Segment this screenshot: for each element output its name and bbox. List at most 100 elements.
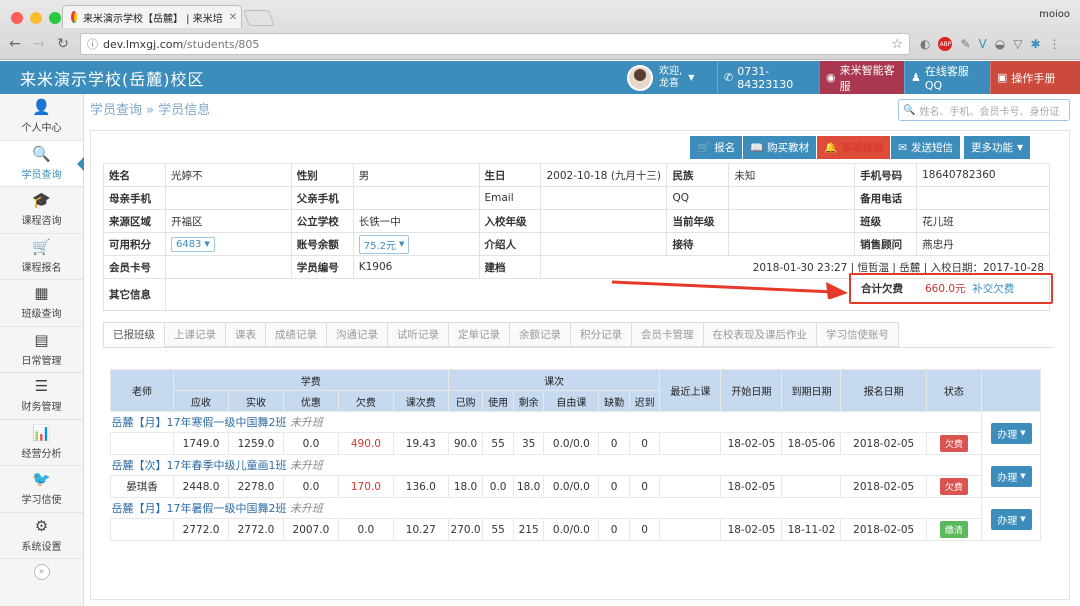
graduation-cap-icon: 🎓 bbox=[32, 191, 51, 210]
close-tab-icon[interactable]: ✕ bbox=[229, 12, 237, 23]
label-sales: 销售顾问 bbox=[854, 232, 918, 256]
value-referrer bbox=[540, 232, 668, 256]
remind-button[interactable]: 🔔 事项提醒 bbox=[817, 136, 891, 159]
tab-attendance[interactable]: 上课记录 bbox=[165, 322, 226, 347]
cell-received: 2772.0 bbox=[228, 518, 284, 541]
remind-label: 事项提醒 bbox=[841, 142, 884, 154]
tab-orders[interactable]: 定单记录 bbox=[449, 322, 510, 347]
extension-icon[interactable]: ✎ bbox=[960, 37, 970, 51]
extension-icon[interactable]: ▽ bbox=[1013, 37, 1022, 51]
new-tab-button[interactable] bbox=[243, 10, 275, 26]
tab-card[interactable]: 会员卡管理 bbox=[632, 322, 704, 347]
sidebar-item-label: 个人中心 bbox=[21, 123, 62, 135]
tab-schedule[interactable]: 课表 bbox=[226, 322, 266, 347]
sidebar-item-course-consult[interactable]: 🎓 课程咨询 bbox=[0, 187, 83, 234]
minimize-window-button[interactable] bbox=[30, 12, 42, 24]
tab-balance[interactable]: 余额记录 bbox=[510, 322, 571, 347]
col-end: 到期日期 bbox=[781, 369, 842, 412]
value-email bbox=[540, 186, 668, 210]
maximize-window-button[interactable] bbox=[49, 12, 61, 24]
cell-lesson-fee: 136.0 bbox=[392, 475, 449, 498]
value-entry-grade bbox=[540, 209, 668, 233]
close-window-button[interactable] bbox=[11, 12, 23, 24]
tab-points[interactable]: 积分记录 bbox=[571, 322, 632, 347]
tab-grades[interactable]: 成绩记录 bbox=[266, 322, 327, 347]
col-fee: 学费 bbox=[173, 369, 449, 391]
signup-button[interactable]: 🛒 报名 bbox=[690, 136, 743, 159]
user-menu[interactable]: 欢迎, 龙喜 ▼ bbox=[621, 61, 716, 94]
label-ethnicity: 民族 bbox=[666, 163, 730, 187]
smart-service-button[interactable]: ◉ 来米智能客服 bbox=[819, 61, 904, 94]
adblock-icon[interactable]: ABP bbox=[938, 37, 953, 51]
school-brand[interactable]: 来米演示学校(岳麓)校区 bbox=[20, 66, 205, 90]
bell-icon: 🔔 bbox=[824, 142, 838, 154]
forward-icon[interactable]: → bbox=[32, 36, 46, 52]
handle-button[interactable]: 办理 ▼ bbox=[991, 465, 1032, 487]
points-dropdown[interactable]: 6483 ▼ bbox=[170, 236, 215, 252]
course-title-row: 岳麓【月】17年寒假一级中国舞2班 未升班 办理 ▼ bbox=[110, 411, 1042, 455]
value-region: 开福区 bbox=[164, 209, 292, 233]
table-row: 晏琪香 2448.0 2278.0 0.0 170.0 136.0 18.0 0… bbox=[109, 475, 1041, 498]
info-icon[interactable]: ⓘ bbox=[87, 36, 98, 52]
sidebar-item-analysis[interactable]: 📊 经营分析 bbox=[0, 420, 83, 466]
breadcrumb-link[interactable]: 学员查询 bbox=[90, 103, 142, 118]
url-host: dev.lmxgj.com bbox=[103, 37, 184, 51]
sidebar-item-label: 班级查询 bbox=[21, 309, 62, 321]
tab-performance[interactable]: 在校表现及课后作业 bbox=[703, 322, 817, 347]
reload-icon[interactable]: ↻ bbox=[56, 36, 70, 52]
sidebar-item-messenger[interactable]: 🐦 学习信使 bbox=[0, 466, 83, 513]
cell-late: 0 bbox=[628, 432, 661, 455]
tab-trial[interactable]: 试听记录 bbox=[388, 322, 449, 347]
sidebar-item-daily[interactable]: ▤ 日常管理 bbox=[0, 327, 83, 373]
cell-start: 18-02-05 bbox=[720, 475, 783, 498]
sms-button[interactable]: ✉ 发送短信 bbox=[891, 136, 961, 159]
cell-discount: 0.0 bbox=[282, 432, 339, 455]
phone-item[interactable]: ✆ 0731-84323130 bbox=[717, 61, 819, 94]
course-title-link[interactable]: 岳麓【月】17年寒假一级中国舞2班 bbox=[112, 416, 287, 429]
balance-dropdown[interactable]: 75.2元 ▼ bbox=[358, 234, 410, 254]
extension-icon[interactable]: V bbox=[979, 37, 987, 51]
value-mobile: 18640782360 bbox=[916, 163, 1050, 187]
address-bar[interactable]: ⓘ dev.lmxgj.com/students/805 ☆ bbox=[80, 33, 910, 55]
cell-teacher bbox=[109, 432, 175, 455]
qq-service-button[interactable]: ♟ 在线客服QQ bbox=[904, 61, 990, 94]
col-late: 迟到 bbox=[628, 390, 661, 412]
pay-owed-link[interactable]: 补交欠费 bbox=[972, 283, 1014, 295]
buy-material-button[interactable]: 📖 购买教材 bbox=[743, 136, 817, 159]
sidebar-item-settings[interactable]: ⚙ 系统设置 bbox=[0, 513, 83, 559]
url-path: /students/805 bbox=[183, 37, 260, 51]
extension-icon[interactable]: ◐ bbox=[920, 37, 930, 51]
tab-enrolled[interactable]: 已报班级 bbox=[103, 322, 165, 347]
service-icon: ◉ bbox=[826, 71, 836, 84]
menu-icon[interactable]: ⋮ bbox=[1049, 37, 1061, 51]
profile-name[interactable]: moioo bbox=[1039, 9, 1070, 20]
search-input[interactable]: 🔍 姓名、手机、会员卡号、身份证 bbox=[898, 99, 1070, 121]
course-title-link[interactable]: 岳麓【月】17年暑假一级中国舞2班 bbox=[112, 502, 287, 515]
sidebar: 👤 个人中心 🔍 学员查询 🎓 课程咨询 🛒 课程报名 ▦ 班级查询 ▤ 日常管理 ☰ 财务管… bbox=[0, 94, 84, 606]
handle-button[interactable]: 办理 ▼ bbox=[991, 508, 1032, 530]
collapse-icon[interactable]: « bbox=[33, 564, 50, 580]
course-title-link[interactable]: 岳麓【次】17年春季中级儿童画1班 bbox=[112, 459, 287, 472]
manual-button[interactable]: ▣ 操作手册 bbox=[990, 61, 1080, 94]
bookmark-star-icon[interactable]: ☆ bbox=[891, 37, 903, 52]
value-name: 光婷不 bbox=[164, 163, 292, 187]
breadcrumb-separator: » bbox=[146, 103, 155, 118]
browser-tab[interactable]: 来米演示学校【岳麓】 | 来米培 ✕ bbox=[62, 5, 242, 28]
label-gender: 性别 bbox=[290, 163, 354, 187]
extension-icon[interactable]: ◒ bbox=[995, 37, 1005, 51]
sidebar-item-personal[interactable]: 👤 个人中心 bbox=[0, 94, 83, 141]
label-student-no: 学员编号 bbox=[290, 255, 354, 279]
sidebar-item-course-signup[interactable]: 🛒 课程报名 bbox=[0, 234, 83, 280]
more-button[interactable]: 更多功能 ▼ bbox=[964, 136, 1031, 159]
extension-icon[interactable]: ✱ bbox=[1030, 37, 1040, 51]
tab-messenger[interactable]: 学习信使账号 bbox=[817, 322, 899, 347]
col-teacher: 老师 bbox=[109, 369, 175, 412]
tab-communication[interactable]: 沟通记录 bbox=[327, 322, 388, 347]
sidebar-item-class-query[interactable]: ▦ 班级查询 bbox=[0, 280, 83, 327]
sidebar-item-finance[interactable]: ☰ 财务管理 bbox=[0, 373, 83, 420]
back-icon[interactable]: ← bbox=[8, 36, 22, 52]
book-icon: 📖 bbox=[750, 142, 764, 154]
handle-button[interactable]: 办理 ▼ bbox=[991, 422, 1032, 444]
sidebar-item-student-query[interactable]: 🔍 学员查询 bbox=[0, 140, 84, 187]
table-row: 2772.0 2772.0 2007.0 0.0 10.27 270.0 55 … bbox=[109, 518, 1041, 541]
